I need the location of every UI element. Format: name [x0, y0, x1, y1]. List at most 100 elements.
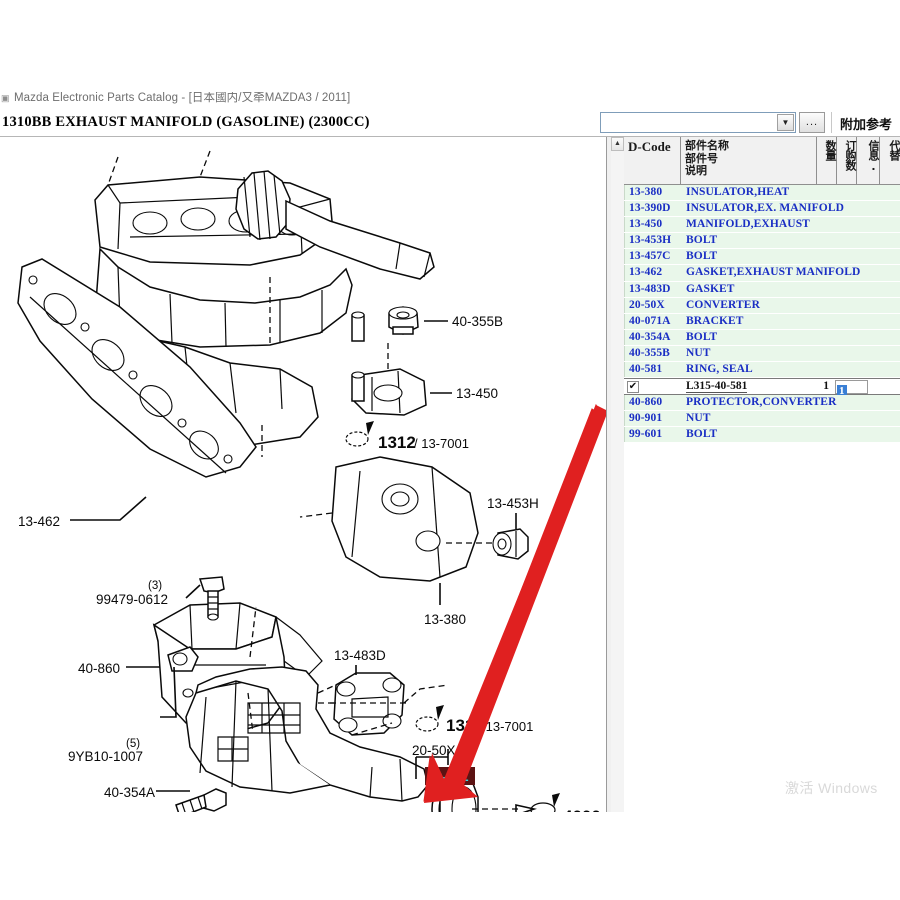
cell-name: CONVERTER: [686, 298, 760, 311]
cell-name: NUT: [686, 346, 711, 359]
parts-table[interactable]: D-Code 部件名称 部件号 说明 数量 订购数 信息. 代替 13-380 …: [624, 137, 900, 812]
cell-quantity: 1: [823, 380, 829, 393]
table-row[interactable]: 40-581 RING, SEAL: [624, 362, 900, 379]
scroll-up-icon[interactable]: ▲: [611, 137, 624, 151]
window-title: Mazda Electronic Parts Catalog - [日本國内/又…: [14, 92, 351, 104]
cell-name: INSULATOR,HEAT: [686, 186, 790, 198]
parts-list-pane: ▲ D-Code 部件名称 部件号 说明 数量 订购数 信息. 代替 13-38…: [611, 137, 900, 812]
cell-name: BOLT: [686, 428, 718, 441]
toolbar-divider: [831, 112, 832, 133]
callout-13-380: 13-380: [424, 612, 466, 627]
application-window: ▣ Mazda Electronic Parts Catalog - [日本國内…: [0, 92, 900, 812]
parts-diagram-pane[interactable]: 40-355B 13-450 1312 / 13-7001 13-453H 13…: [0, 137, 606, 812]
parts-table-body: 13-380 INSULATOR,HEAT 13-390D INSULATOR,…: [624, 185, 900, 812]
flex-pipe: [235, 170, 435, 280]
callout-13-7001-lower: /13-7001: [482, 719, 533, 734]
leader-13-462: [70, 496, 147, 521]
column-header-order-qty[interactable]: 订购数: [837, 137, 857, 184]
cell-name: GASKET: [686, 282, 735, 295]
cell-name: NUT: [686, 412, 711, 425]
callout-99479-qty: (3): [148, 580, 162, 592]
column-header-name-l1: 部件名称: [685, 139, 729, 152]
windows-activation-watermark: 激活 Windows: [785, 780, 878, 796]
table-row[interactable]: 40-860 PROTECTOR,CONVERTER: [624, 395, 900, 412]
section-title: 1310BB EXHAUST MANIFOLD (GASOLINE) (2300…: [2, 114, 370, 130]
cell-dcode: 13-380: [629, 186, 663, 198]
leader-99479: [185, 584, 201, 599]
table-row[interactable]: 13-483D GASKET: [624, 281, 900, 298]
toolbar: 1310BB EXHAUST MANIFOLD (GASOLINE) (2300…: [0, 110, 900, 137]
column-header-substitute[interactable]: 代替: [880, 137, 900, 184]
gasket-13-483D: [316, 672, 405, 736]
extra-reference-label[interactable]: 附加参考: [840, 114, 892, 133]
table-row-selected[interactable]: ✔ L315-40-581 1 1: [624, 378, 900, 398]
cell-dcode: 13-390D: [629, 202, 671, 215]
column-header-name-l3: 说明: [685, 164, 707, 177]
cell-name: RING, SEAL: [686, 363, 753, 376]
cell-name: BOLT: [686, 234, 718, 247]
callout-13-462: 13-462: [18, 514, 60, 529]
cell-dcode: 13-457C: [629, 250, 671, 263]
cell-name: BRACKET: [686, 314, 744, 327]
cell-dcode: 40-860: [629, 396, 663, 409]
table-row[interactable]: 99-601 BOLT: [624, 427, 900, 444]
cell-name: BOLT: [686, 250, 718, 263]
table-row[interactable]: 13-453H BOLT: [624, 233, 900, 250]
callout-9YB10-1007: 9YB10-1007: [68, 749, 143, 764]
parts-list-scrollbar[interactable]: ▲: [611, 137, 625, 812]
callout-13-7001-upper: / 13-7001: [414, 436, 469, 451]
symbol-1312-upper: [345, 421, 374, 447]
callout-13-453H: 13-453H: [487, 496, 539, 511]
column-header-info[interactable]: 信息.: [857, 137, 880, 184]
parts-diagram: 40-355B 13-450 1312 / 13-7001 13-453H 13…: [17, 150, 606, 812]
studs: [351, 311, 365, 402]
callout-9YB10-qty: (5): [126, 738, 140, 750]
nut-40-355B: [388, 306, 419, 335]
cell-dcode: 13-450: [629, 218, 663, 231]
table-row[interactable]: 13-457C BOLT: [624, 249, 900, 266]
table-row[interactable]: 20-50X CONVERTER: [624, 297, 900, 314]
cell-dcode: 13-462: [629, 266, 663, 279]
cell-name: BOLT: [686, 330, 718, 343]
app-icon: ▣: [1, 93, 10, 103]
row-checkbox[interactable]: ✔: [627, 381, 639, 394]
cell-dcode: 13-453H: [629, 234, 672, 247]
heat-insulator-13-380: [299, 456, 492, 582]
browse-button[interactable]: ...: [799, 112, 825, 133]
column-header-qty[interactable]: 数量: [817, 137, 837, 184]
cell-dcode: 99-601: [629, 428, 663, 441]
callout-40-354A: 40-354A: [104, 785, 155, 800]
cell-dcode: 40-581: [629, 363, 663, 376]
table-row[interactable]: 40-355B NUT: [624, 345, 900, 363]
callout-13-450: 13-450: [456, 386, 498, 401]
table-row[interactable]: 13-450 MANIFOLD,EXHAUST: [624, 217, 900, 234]
order-quantity-input[interactable]: 1: [835, 380, 868, 398]
guide-line: [403, 684, 449, 704]
cell-dcode: 13-483D: [629, 282, 671, 295]
chevron-down-icon[interactable]: ▼: [777, 114, 794, 131]
cell-dcode: 90-901: [629, 412, 663, 425]
table-row[interactable]: 13-390D INSULATOR,EX. MANIFOLD: [624, 201, 900, 218]
cell-name: INSULATOR,EX. MANIFOLD: [686, 202, 845, 215]
callout-40-355B: 40-355B: [452, 314, 503, 329]
group-select[interactable]: ▼: [600, 112, 796, 133]
cell-part-number: L315-40-581: [686, 380, 748, 394]
column-header-name[interactable]: 部件名称 部件号 说明: [681, 137, 817, 184]
callout-13-483D: 13-483D: [334, 648, 386, 663]
cell-dcode: 20-50X: [629, 298, 665, 311]
callout-40-860: 40-860: [78, 661, 120, 676]
table-row[interactable]: 90-901 NUT: [624, 411, 900, 428]
bolt-40-354A: [175, 788, 227, 812]
cell-name: MANIFOLD,EXHAUST: [686, 218, 810, 231]
table-row[interactable]: 13-380 INSULATOR,HEAT: [624, 185, 900, 202]
column-header-dcode[interactable]: D-Code: [624, 137, 681, 184]
callout-20-50X: 20-50X: [412, 743, 456, 758]
table-row[interactable]: 40-354A BOLT: [624, 329, 900, 346]
cell-name: PROTECTOR,CONVERTER: [686, 396, 837, 409]
cell-dcode: 40-355B: [629, 346, 670, 359]
cell-dcode: 40-071A: [629, 314, 671, 327]
callout-4000: 4000: [563, 807, 601, 812]
table-row[interactable]: 40-071A BRACKET: [624, 313, 900, 330]
table-row[interactable]: 13-462 GASKET,EXHAUST MANIFOLD: [624, 265, 900, 282]
window-titlebar: ▣ Mazda Electronic Parts Catalog - [日本國内…: [0, 92, 900, 111]
